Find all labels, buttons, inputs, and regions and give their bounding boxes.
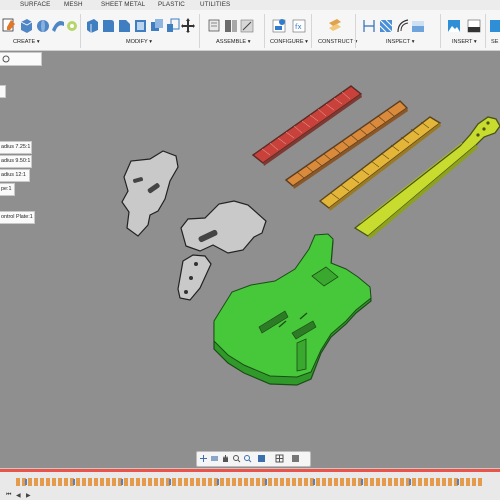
fillet-icon[interactable] (101, 16, 115, 34)
inspect-menu[interactable]: INSPECT ▾ (386, 39, 415, 45)
curvature-icon[interactable] (396, 16, 410, 34)
assemble-menu[interactable]: ASSEMBLE ▾ (216, 39, 251, 45)
pan-icon[interactable] (210, 454, 219, 463)
pickguard-1[interactable] (121, 150, 179, 237)
visibility-icon[interactable] (2, 55, 10, 63)
tab-mesh[interactable]: MESH (64, 1, 83, 8)
create-menu[interactable]: CREATE ▾ (13, 39, 40, 45)
revolve-icon[interactable] (36, 16, 50, 34)
tab-sheet-metal[interactable]: SHEET METAL (101, 1, 145, 8)
parameters-icon[interactable]: fx (292, 16, 306, 34)
select-icon[interactable] (489, 16, 500, 34)
toolbar-divider (355, 14, 356, 48)
tab-utilities[interactable]: UTILITIES (200, 1, 230, 8)
browser-item-control-plate[interactable]: ontrol Plate:1 (0, 211, 35, 224)
extrude-icon[interactable] (19, 16, 33, 34)
timeline-features[interactable] (16, 477, 486, 487)
toolbar: CREATE ▾ MODIFY ▾ ASSEMBLE ▾ fx CONFIGUR… (0, 10, 500, 51)
zoom-window-icon[interactable] (243, 454, 252, 463)
fretboard-red[interactable] (251, 85, 363, 166)
scale-icon[interactable] (166, 16, 180, 34)
browser-item-radius-12[interactable]: adius 12:1 (0, 169, 30, 182)
grid-icon[interactable] (275, 454, 284, 463)
fretboard-yellow[interactable] (318, 116, 442, 211)
configure-menu[interactable]: CONFIGURE ▾ (270, 39, 308, 45)
sweep-icon[interactable] (51, 16, 65, 34)
measure-icon[interactable] (362, 16, 376, 34)
pickguard-2[interactable] (180, 200, 267, 254)
display-icon[interactable] (257, 454, 266, 463)
insert-image-icon[interactable] (447, 16, 461, 34)
zoom-icon[interactable] (232, 454, 241, 463)
timeline-prev-icon[interactable]: ◀ (16, 492, 21, 499)
chamfer-icon[interactable] (117, 16, 131, 34)
orbit-icon[interactable] (199, 454, 208, 463)
configure-table-icon[interactable] (272, 16, 286, 34)
create-sketch-icon[interactable] (2, 16, 16, 34)
interference-icon[interactable] (379, 16, 393, 34)
tab-surface[interactable]: SURFACE (20, 1, 50, 8)
toolbar-divider (80, 14, 81, 48)
press-pull-icon[interactable] (85, 16, 99, 34)
timeline-play-icon[interactable]: ▶ (26, 492, 31, 499)
toolbar-divider (311, 14, 312, 48)
fusion-app: SURFACE MESH SHEET METAL PLASTIC UTILITI… (0, 0, 500, 500)
insert-svg-icon[interactable] (467, 16, 481, 34)
section-analysis-icon[interactable] (411, 16, 425, 34)
guitar-body[interactable] (213, 233, 372, 386)
timeline-bar (0, 469, 500, 472)
joint-icon[interactable] (224, 16, 238, 34)
browser-item-radius-725[interactable]: adius 7.25:1 (0, 141, 32, 154)
browser-panel: adius 7.25:1 adius 9.50:1 adius 12:1 pe:… (0, 52, 43, 232)
navigation-bar (196, 451, 311, 467)
fretboard-orange[interactable] (284, 100, 409, 189)
combine-icon[interactable] (150, 16, 164, 34)
move-icon[interactable] (181, 16, 195, 34)
toolbar-divider (199, 14, 200, 48)
modify-menu[interactable]: MODIFY ▾ (126, 39, 152, 45)
browser-item-radius-950[interactable]: adius 9.50:1 (0, 155, 32, 168)
select-menu[interactable]: SE (491, 39, 498, 45)
construct-menu[interactable]: CONSTRUCT ▾ (318, 39, 357, 45)
toolbar-divider (264, 14, 265, 48)
tab-plastic[interactable]: PLASTIC (158, 1, 185, 8)
browser-root[interactable] (0, 52, 42, 66)
toolbar-divider (440, 14, 441, 48)
as-built-joint-icon[interactable] (240, 16, 254, 34)
offset-plane-icon[interactable] (328, 16, 342, 34)
hand-icon[interactable] (221, 454, 230, 463)
new-component-icon[interactable] (207, 16, 221, 34)
svg-text:fx: fx (295, 23, 302, 31)
3d-viewport[interactable] (0, 51, 500, 451)
shell-icon[interactable] (133, 16, 147, 34)
toolbar-divider (485, 14, 486, 48)
insert-menu[interactable]: INSERT ▾ (452, 39, 477, 45)
timeline: ⏮ ◀ ▶ (0, 468, 500, 500)
view-icon[interactable] (291, 454, 300, 463)
browser-item-stub[interactable] (0, 85, 6, 98)
browser-item-pe[interactable]: pe:1 (0, 183, 15, 196)
create-more-icon[interactable] (65, 16, 79, 34)
timeline-start-icon[interactable]: ⏮ (6, 492, 11, 499)
control-plate[interactable] (177, 254, 212, 301)
